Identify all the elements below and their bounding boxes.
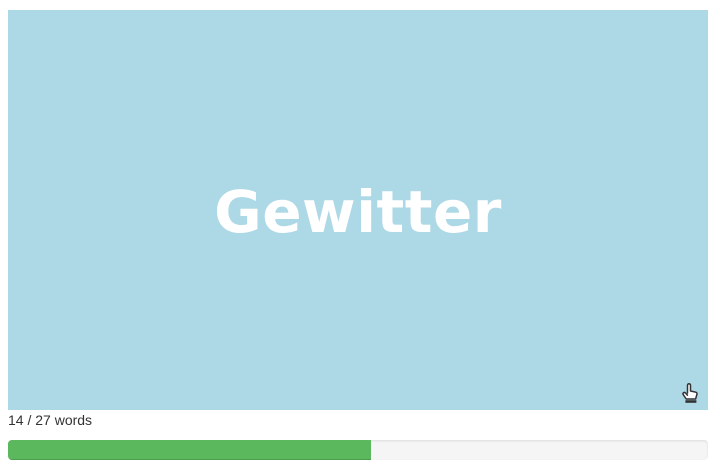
card-word: Gewitter <box>214 178 502 246</box>
progress-label: 14 / 27 words <box>8 412 93 428</box>
progress-bar-fill <box>8 440 371 460</box>
progress-bar <box>8 440 708 460</box>
flashcard-app: Gewitter 14 / 27 words <box>0 0 720 472</box>
tap-hand-icon[interactable] <box>680 382 700 404</box>
flashcard[interactable]: Gewitter <box>8 10 708 410</box>
